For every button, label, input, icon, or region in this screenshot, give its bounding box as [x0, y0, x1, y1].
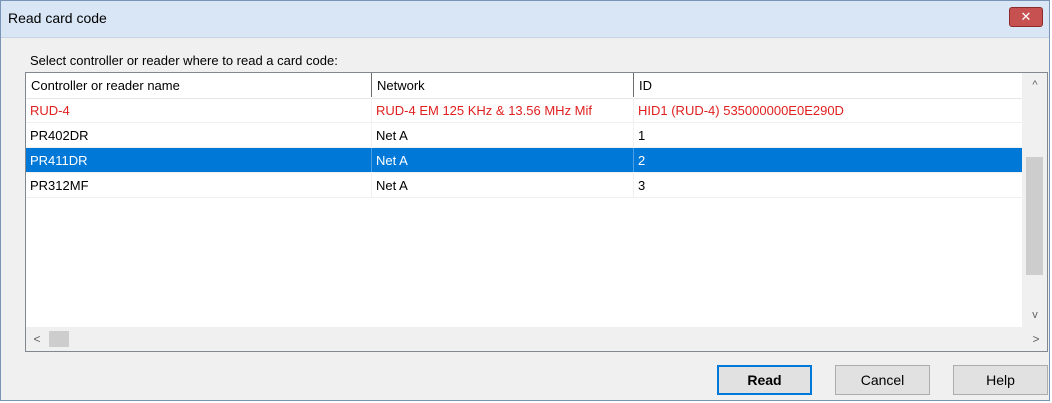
- cell-network: Net A: [372, 123, 634, 147]
- cell-name: RUD-4: [26, 98, 372, 122]
- cell-id: 2: [634, 148, 1024, 172]
- cell-network: Net A: [372, 173, 634, 197]
- controller-list[interactable]: Controller or reader name Network ID RUD…: [25, 72, 1048, 352]
- horizontal-scrollbar[interactable]: < >: [26, 327, 1047, 351]
- cell-network: Net A: [372, 148, 634, 172]
- window-title: Read card code: [8, 10, 107, 26]
- table-row[interactable]: PR312MF Net A 3: [26, 173, 1024, 198]
- cancel-button[interactable]: Cancel: [835, 365, 930, 395]
- cell-name: PR402DR: [26, 123, 372, 147]
- close-icon: ✕: [1020, 9, 1032, 24]
- cell-network: RUD-4 EM 125 KHz & 13.56 MHz Mif: [372, 98, 634, 122]
- title-bar[interactable]: Read card code ✕: [1, 1, 1049, 38]
- cell-id: 3: [634, 173, 1024, 197]
- help-button[interactable]: Help: [953, 365, 1048, 395]
- vertical-scrollbar[interactable]: ^ v: [1022, 73, 1047, 327]
- column-header-name[interactable]: Controller or reader name: [26, 73, 372, 97]
- scroll-right-icon[interactable]: >: [1025, 327, 1047, 351]
- table-row[interactable]: RUD-4 RUD-4 EM 125 KHz & 13.56 MHz Mif H…: [26, 98, 1024, 123]
- table-row-selected[interactable]: PR411DR Net A 2: [26, 148, 1024, 173]
- cell-name: PR312MF: [26, 173, 372, 197]
- scroll-up-icon[interactable]: ^: [1023, 73, 1047, 97]
- cell-id: 1: [634, 123, 1024, 147]
- scroll-down-icon[interactable]: v: [1023, 303, 1047, 327]
- cell-id: HID1 (RUD-4) 535000000E0E290D: [634, 98, 1024, 122]
- scroll-left-icon[interactable]: <: [26, 327, 48, 351]
- read-card-code-dialog: Read card code ✕ Select controller or re…: [0, 0, 1050, 401]
- instruction-label: Select controller or reader where to rea…: [30, 53, 338, 68]
- close-button[interactable]: ✕: [1009, 7, 1043, 27]
- read-button[interactable]: Read: [717, 365, 812, 395]
- horizontal-scroll-thumb[interactable]: [49, 331, 69, 347]
- list-header: Controller or reader name Network ID: [26, 73, 1024, 99]
- cell-name: PR411DR: [26, 148, 372, 172]
- vertical-scroll-thumb[interactable]: [1026, 157, 1043, 275]
- column-header-id[interactable]: ID: [634, 73, 1024, 97]
- table-row[interactable]: PR402DR Net A 1: [26, 123, 1024, 148]
- column-header-network[interactable]: Network: [372, 73, 634, 97]
